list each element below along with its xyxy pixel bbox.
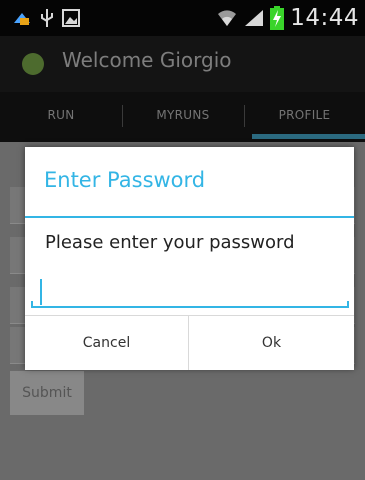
tab-profile[interactable]: PROFILE bbox=[244, 92, 365, 138]
status-time: 14:44 bbox=[290, 5, 359, 31]
signal-icon bbox=[245, 10, 264, 26]
status-bar: 14:44 bbox=[0, 0, 365, 36]
submit-button: Submit bbox=[10, 371, 84, 415]
wifi-icon bbox=[218, 10, 237, 26]
tab-selected-indicator bbox=[252, 134, 365, 139]
text-cursor bbox=[40, 279, 42, 305]
tab-myruns[interactable]: MYRUNS bbox=[122, 92, 244, 138]
dialog-title: Enter Password bbox=[44, 168, 206, 192]
dialog-message: Please enter your password bbox=[45, 232, 295, 253]
notification-icon bbox=[14, 13, 30, 25]
action-bar: Welcome Giorgio bbox=[0, 36, 365, 92]
android-icon bbox=[22, 53, 44, 75]
battery-charging-icon bbox=[270, 6, 285, 30]
password-input-decoration bbox=[31, 274, 349, 310]
status-bar-right: 14:44 bbox=[216, 4, 359, 32]
tab-run[interactable]: RUN bbox=[0, 92, 122, 138]
cancel-button[interactable]: Cancel bbox=[25, 316, 188, 370]
password-dialog: Enter Password Please enter your passwor… bbox=[25, 147, 354, 370]
dialog-title-divider bbox=[25, 216, 354, 218]
ok-button[interactable]: Ok bbox=[189, 316, 354, 370]
input-underline-tick bbox=[347, 301, 349, 308]
status-bar-left bbox=[12, 7, 80, 29]
input-underline bbox=[31, 306, 349, 308]
image-icon bbox=[62, 9, 80, 27]
dialog-button-row: Cancel Ok bbox=[25, 315, 354, 370]
usb-icon bbox=[41, 9, 53, 27]
app-title: Welcome Giorgio bbox=[62, 48, 232, 72]
input-underline-tick bbox=[31, 301, 33, 308]
